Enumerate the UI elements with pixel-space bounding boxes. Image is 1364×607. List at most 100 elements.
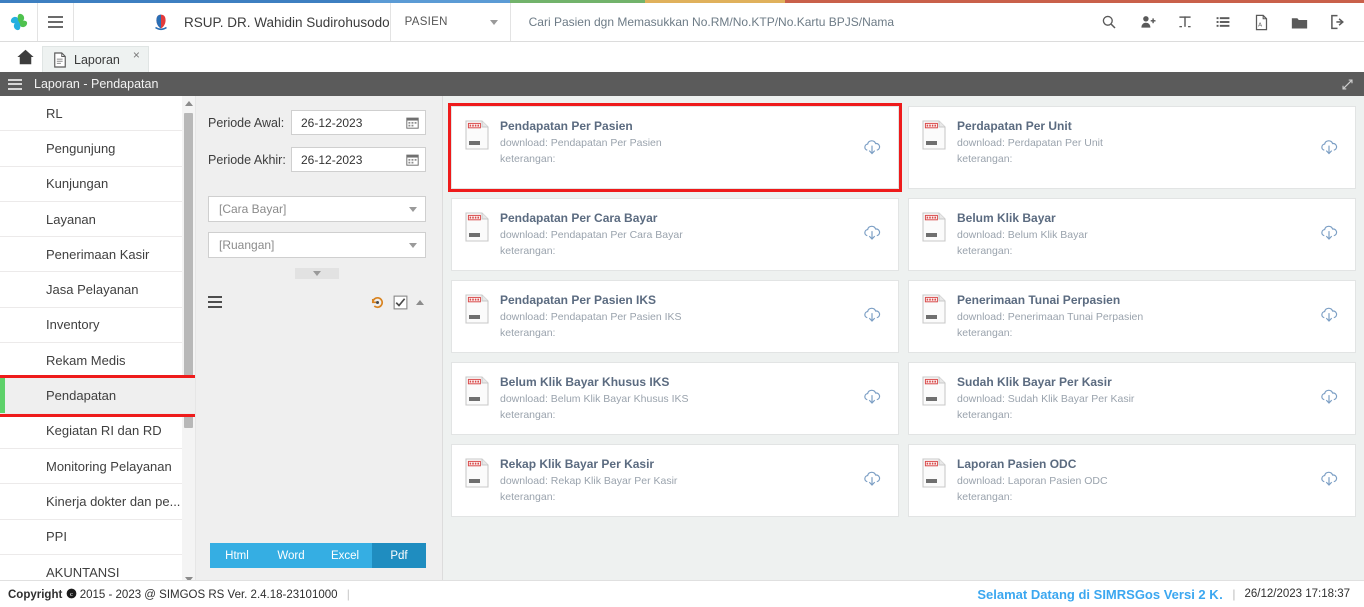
app-logo[interactable] <box>0 3 38 41</box>
patient-mode-select[interactable]: PASIEN <box>391 3 511 41</box>
report-card-keterangan: keterangan: <box>500 490 556 503</box>
sidebar-item-jasa-pelayanan[interactable]: Jasa Pelayanan <box>0 272 195 308</box>
sidebar-item-pengunjung[interactable]: Pengunjung <box>0 131 195 167</box>
cloud-download-icon[interactable] <box>862 304 882 324</box>
pdf-file-icon[interactable]: A <box>1242 3 1280 42</box>
list-icon[interactable] <box>1204 3 1242 42</box>
report-card[interactable]: Sudah Klik Bayar Per Kasir download: Suda… <box>908 362 1356 435</box>
report-card[interactable]: Laporan Pasien ODC download: Laporan Pasi… <box>908 444 1356 517</box>
download-button[interactable] <box>1319 304 1339 329</box>
cloud-download-icon[interactable] <box>1319 468 1339 488</box>
sidebar-item-label: Jasa Pelayanan <box>46 282 139 298</box>
report-document-icon-wrap <box>464 458 490 493</box>
download-button[interactable] <box>1319 222 1339 247</box>
report-card-text: Belum Klik Bayar Khusus IKS download: Bel… <box>490 375 884 424</box>
report-card[interactable]: Perdapatan Per Unit download: Perdapatan … <box>908 106 1356 189</box>
sidebar-item-inventory[interactable]: Inventory <box>0 307 195 344</box>
cloud-download-icon[interactable] <box>1319 137 1339 157</box>
report-card-download: download: Laporan Pasien ODC <box>957 475 1108 487</box>
caret-up-icon[interactable] <box>416 299 424 305</box>
document-icon <box>54 51 66 68</box>
report-document-icon <box>465 294 489 324</box>
report-card[interactable]: Pendapatan Per Cara Bayar download: Penda… <box>451 198 899 271</box>
logout-icon[interactable] <box>1318 3 1356 42</box>
periode-awal-input[interactable]: 26-12-2023 <box>291 110 426 135</box>
sidebar-item-monitoring-pelayanan[interactable]: Monitoring Pelayanan <box>0 448 195 485</box>
export-button-html[interactable]: Html <box>210 543 264 568</box>
filter-toolbar <box>208 293 426 311</box>
calendar-icon[interactable] <box>406 153 419 166</box>
cloud-download-icon[interactable] <box>862 137 882 157</box>
sidebar-item-ppi[interactable]: PPI <box>0 519 195 555</box>
add-user-icon[interactable] <box>1128 3 1166 42</box>
hamburger-icon[interactable] <box>8 76 22 92</box>
download-button[interactable] <box>862 222 882 247</box>
simgos-pinwheel-logo-icon <box>10 13 27 31</box>
home-icon <box>16 49 34 65</box>
scroll-up-button[interactable] <box>182 96 195 110</box>
export-button-group: Html Word Excel Pdf <box>210 543 426 568</box>
tab-close-icon[interactable]: × <box>133 48 140 62</box>
footer-timestamp: 26/12/2023 17:18:37 <box>1244 588 1350 600</box>
list-view-icon[interactable] <box>208 293 222 311</box>
sidebar-toggle-button[interactable] <box>38 3 74 41</box>
expand-arrows-icon[interactable] <box>1341 78 1354 91</box>
welcome-message: Selamat Datang di SIMRSGos Versi 2 K… <box>977 586 1224 602</box>
text-tool-icon[interactable] <box>1166 3 1204 42</box>
cloud-download-icon[interactable] <box>1319 222 1339 242</box>
sidebar-item-label: Inventory <box>46 317 100 333</box>
report-document-icon <box>465 120 489 150</box>
ruangan-select[interactable]: [Ruangan] <box>208 232 426 258</box>
cloud-download-icon[interactable] <box>862 468 882 488</box>
report-document-icon <box>922 212 946 242</box>
filter-expander-button[interactable] <box>295 268 339 279</box>
footer-separator: | <box>1232 587 1236 601</box>
download-button[interactable] <box>1319 386 1339 411</box>
sidebar-item-label: RL <box>46 105 63 121</box>
report-card[interactable]: Pendapatan Per Pasien IKS download: Penda… <box>451 280 899 353</box>
sidebar-item-label: AKUNTANSI <box>46 564 120 580</box>
history-reset-icon[interactable] <box>370 295 385 310</box>
export-button-word[interactable]: Word <box>264 543 318 568</box>
report-card[interactable]: Penerimaan Tunai Perpasien download: Pene… <box>908 280 1356 353</box>
search-icon[interactable] <box>1090 3 1128 42</box>
report-card[interactable]: Belum Klik Bayar Khusus IKS download: Bel… <box>451 362 899 435</box>
patient-search-input[interactable] <box>528 15 1090 29</box>
sidebar-item-kinerja-dokter-dan-pe[interactable]: Kinerja dokter dan pe... <box>0 484 195 520</box>
report-card[interactable]: Rekap Klik Bayar Per Kasir download: Reka… <box>451 444 899 517</box>
sidebar-item-pendapatan[interactable]: Pendapatan <box>0 375 195 417</box>
cloud-download-icon[interactable] <box>862 386 882 406</box>
sidebar-scrollbar[interactable] <box>182 96 195 586</box>
periode-akhir-input[interactable]: 26-12-2023 <box>291 147 426 172</box>
tab-bar: Laporan × <box>0 42 1364 72</box>
report-card[interactable]: Belum Klik Bayar download: Belum Klik Bay… <box>908 198 1356 271</box>
cloud-download-icon[interactable] <box>1319 304 1339 324</box>
download-button[interactable] <box>862 304 882 329</box>
folder-icon[interactable] <box>1280 3 1318 42</box>
cara-bayar-select[interactable]: [Cara Bayar] <box>208 196 426 222</box>
sidebar-item-layanan[interactable]: Layanan <box>0 201 195 238</box>
calendar-icon[interactable] <box>406 116 419 129</box>
report-card[interactable]: Pendapatan Per Pasien download: Pendapata… <box>448 103 902 192</box>
sidebar-item-label: Penerimaan Kasir <box>46 246 150 262</box>
sidebar-item-rekam-medis[interactable]: Rekam Medis <box>0 343 195 379</box>
report-document-icon-wrap <box>464 212 490 247</box>
tab-laporan[interactable]: Laporan × <box>42 46 149 72</box>
triangle-up-icon <box>184 100 193 106</box>
download-button[interactable] <box>862 468 882 493</box>
download-button[interactable] <box>1319 468 1339 493</box>
download-button[interactable] <box>862 386 882 411</box>
sidebar-item-kegiatan-ri-dan-rd[interactable]: Kegiatan RI dan RD <box>0 413 195 449</box>
cloud-download-icon[interactable] <box>862 222 882 242</box>
report-card-keterangan: keterangan: <box>500 152 556 165</box>
sidebar-item-rl[interactable]: RL <box>0 96 195 132</box>
checkbox-checked-icon[interactable] <box>393 295 408 310</box>
export-button-excel[interactable]: Excel <box>318 543 372 568</box>
download-button[interactable] <box>862 137 882 162</box>
home-button[interactable] <box>8 42 42 72</box>
download-button[interactable] <box>1319 137 1339 162</box>
sidebar-item-penerimaan-kasir[interactable]: Penerimaan Kasir <box>0 237 195 273</box>
sidebar-item-kunjungan[interactable]: Kunjungan <box>0 166 195 202</box>
cloud-download-icon[interactable] <box>1319 386 1339 406</box>
export-button-pdf[interactable]: Pdf <box>372 543 426 568</box>
